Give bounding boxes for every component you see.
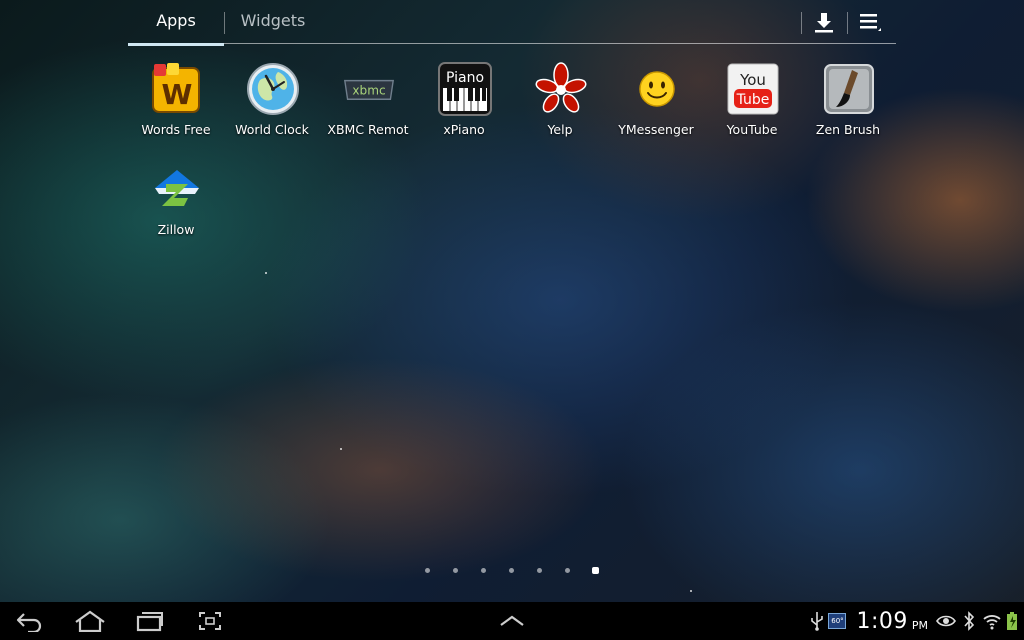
eye-icon <box>936 615 956 627</box>
youtube-icon: You Tube <box>726 62 780 116</box>
page-dot[interactable] <box>425 568 430 573</box>
system-bar: 60° 1:09 PM <box>0 602 1024 640</box>
page-dot[interactable] <box>537 568 542 573</box>
screenshot-icon <box>199 612 221 630</box>
app-label: YouTube <box>726 122 778 137</box>
app-label: Words Free <box>141 122 211 137</box>
page-dot-active[interactable] <box>592 567 599 574</box>
home-icon <box>75 610 105 632</box>
app-words-free[interactable]: W Words Free <box>128 56 224 146</box>
zen-brush-icon <box>822 62 876 116</box>
yelp-icon <box>534 62 588 116</box>
page-dot[interactable] <box>453 568 458 573</box>
download-button[interactable] <box>804 4 844 40</box>
back-button[interactable] <box>10 606 50 636</box>
svg-text:Piano: Piano <box>446 70 484 86</box>
svg-text:W: W <box>162 78 193 111</box>
app-youtube[interactable]: You Tube YouTube <box>704 56 800 146</box>
xbmc-remote-icon: xbmc <box>342 62 396 116</box>
app-zen-brush[interactable]: Zen Brush <box>800 56 896 146</box>
recent-apps-button[interactable] <box>130 606 170 636</box>
world-clock-icon <box>246 62 300 116</box>
app-label: Zillow <box>157 222 195 237</box>
battery-icon <box>1007 612 1017 630</box>
back-icon <box>16 613 42 632</box>
quick-panel-button[interactable] <box>492 606 532 636</box>
action-divider <box>847 12 848 34</box>
wifi-icon <box>983 615 1001 630</box>
bluetooth-icon <box>964 611 975 631</box>
page-dot[interactable] <box>509 568 514 573</box>
screenshot-button[interactable] <box>190 606 230 636</box>
svg-text:You: You <box>739 71 766 89</box>
usb-icon <box>811 612 824 631</box>
star <box>690 590 692 592</box>
words-free-icon: W <box>150 62 204 116</box>
download-icon <box>815 13 833 33</box>
app-label: xPiano <box>443 122 485 137</box>
zillow-icon <box>150 162 204 216</box>
page-dot[interactable] <box>481 568 486 573</box>
app-label: YMessenger <box>618 122 694 137</box>
page-indicator <box>420 566 610 576</box>
app-label: XBMC Remot <box>327 122 409 137</box>
tab-divider <box>224 12 225 34</box>
app-world-clock[interactable]: World Clock <box>224 56 320 146</box>
status-ampm: PM <box>911 618 928 632</box>
chevron-up-icon <box>500 615 524 626</box>
weather-icon: 60° <box>828 613 847 629</box>
action-divider <box>801 12 802 34</box>
svg-text:xbmc: xbmc <box>352 84 385 98</box>
home-button[interactable] <box>70 606 110 636</box>
app-label: Yelp <box>547 122 573 137</box>
app-label: World Clock <box>235 122 309 137</box>
app-ymessenger[interactable]: YMessenger <box>608 56 704 146</box>
app-yelp[interactable]: Yelp <box>512 56 608 146</box>
xpiano-icon: Piano <box>438 62 492 116</box>
app-xpiano[interactable]: Piano xPiano <box>416 56 512 146</box>
menu-icon <box>860 14 881 31</box>
status-area[interactable]: 60° 1:09 PM <box>810 602 1018 640</box>
menu-button[interactable] <box>850 4 890 40</box>
tab-widgets[interactable]: Widgets <box>228 0 318 44</box>
recent-apps-icon <box>136 612 163 632</box>
star <box>265 272 267 274</box>
tab-apps[interactable]: Apps <box>128 0 224 46</box>
status-time: 1:09 <box>856 608 908 634</box>
apps-drawer-tabbar: Apps Widgets <box>128 0 896 46</box>
page-dot[interactable] <box>565 568 570 573</box>
svg-text:Tube: Tube <box>736 92 770 108</box>
ymessenger-icon <box>630 62 684 116</box>
star <box>340 448 342 450</box>
app-label: Zen Brush <box>815 122 881 137</box>
app-xbmc-remote[interactable]: xbmc XBMC Remot <box>320 56 416 146</box>
app-zillow[interactable]: Zillow <box>128 156 224 246</box>
